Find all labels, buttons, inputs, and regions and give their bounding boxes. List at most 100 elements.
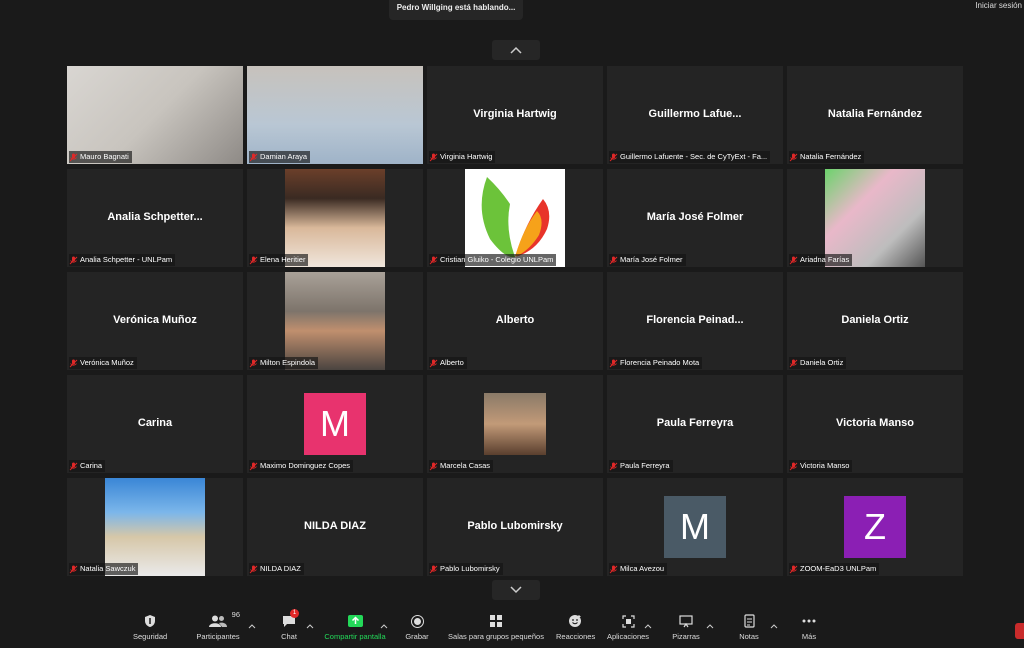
record-icon bbox=[410, 614, 424, 628]
muted-mic-icon bbox=[429, 256, 440, 265]
reactions-button[interactable]: Reacciones bbox=[556, 612, 595, 641]
whiteboards-label: Pizarras bbox=[672, 632, 700, 641]
participant-name: María José Folmer bbox=[620, 255, 683, 264]
muted-mic-icon bbox=[69, 565, 80, 574]
participant-tile[interactable]: Pablo Lubomirsky Pablo Lubomirsky bbox=[427, 478, 603, 576]
participant-tile[interactable]: María José Folmer María José Folmer bbox=[607, 169, 783, 267]
share-caret-icon[interactable] bbox=[380, 622, 388, 630]
muted-mic-icon bbox=[69, 359, 80, 368]
whiteboards-caret-icon[interactable] bbox=[706, 622, 714, 630]
share-screen-button[interactable]: Compartir pantalla bbox=[322, 612, 388, 641]
participant-name: NILDA DIAZ bbox=[260, 564, 301, 573]
notes-button[interactable]: Notas bbox=[736, 612, 762, 641]
participant-tile[interactable]: Paula Ferreyra Paula Ferreyra bbox=[607, 375, 783, 473]
page-down-button[interactable] bbox=[492, 580, 540, 600]
participant-video bbox=[484, 393, 546, 455]
notes-caret-icon[interactable] bbox=[770, 622, 778, 630]
sign-in-link[interactable]: Iniciar sesión bbox=[973, 0, 1024, 11]
participant-tile[interactable]: Carina Carina bbox=[67, 375, 243, 473]
participant-name-label: Elena Heritier bbox=[249, 254, 309, 266]
participant-name: Guillermo Lafuente - Sec. de CyTyExt - F… bbox=[620, 152, 768, 161]
notes-icon bbox=[743, 614, 755, 628]
gallery-grid: Mauro Bagnati Damian Araya Virginia Hartwi… bbox=[67, 66, 963, 576]
muted-mic-icon bbox=[429, 359, 440, 368]
participant-display-name: Paula Ferreyra bbox=[656, 417, 734, 429]
participants-caret-icon[interactable] bbox=[248, 622, 256, 630]
participant-name-label: ZOOM-EaD3 UNLPam bbox=[789, 563, 880, 575]
participant-name: Damian Araya bbox=[260, 152, 308, 161]
participant-name: Florencia Peinado Mota bbox=[620, 358, 700, 367]
participants-label: Participantes bbox=[196, 632, 240, 641]
page-up-button[interactable] bbox=[492, 40, 540, 60]
participant-tile[interactable]: Alberto Alberto bbox=[427, 272, 603, 370]
participant-tile[interactable]: Natalia Fernández Natalia Fernández bbox=[787, 66, 963, 164]
participant-tile[interactable]: Cristian Gluiko - Colegio UNLPam bbox=[427, 169, 603, 267]
participant-display-name: Daniela Ortiz bbox=[841, 314, 909, 326]
muted-mic-icon bbox=[69, 153, 80, 162]
muted-mic-icon bbox=[609, 359, 620, 368]
breakout-rooms-label: Salas para grupos pequeños bbox=[448, 632, 544, 641]
participant-tile[interactable]: Virginia Hartwig Virginia Hartwig bbox=[427, 66, 603, 164]
participant-name-label: Maximo Dominguez Copes bbox=[249, 460, 354, 472]
participants-button[interactable]: 96 Participantes bbox=[194, 610, 242, 641]
record-button[interactable]: Grabar bbox=[404, 612, 430, 641]
breakout-rooms-button[interactable]: Salas para grupos pequeños bbox=[448, 612, 544, 641]
muted-mic-icon bbox=[249, 256, 260, 265]
muted-mic-icon bbox=[429, 462, 440, 471]
participant-tile[interactable]: Victoria Manso Victoria Manso bbox=[787, 375, 963, 473]
participant-tile[interactable]: Ariadna Farías bbox=[787, 169, 963, 267]
participant-name-label: Mauro Bagnati bbox=[69, 151, 132, 163]
participant-name-label: Florencia Peinado Mota bbox=[609, 357, 703, 369]
participant-name: Victoria Manso bbox=[800, 461, 850, 470]
leave-button[interactable] bbox=[1015, 623, 1024, 639]
participant-name: Elena Heritier bbox=[260, 255, 306, 264]
participant-tile[interactable]: Elena Heritier bbox=[247, 169, 423, 267]
participant-video bbox=[825, 169, 925, 267]
participant-name-label: Carina bbox=[69, 460, 106, 472]
participant-name: Virginia Hartwig bbox=[440, 152, 493, 161]
participant-tile[interactable]: NILDA DIAZ NILDA DIAZ bbox=[247, 478, 423, 576]
participant-video bbox=[285, 272, 385, 370]
share-screen-icon bbox=[347, 615, 363, 627]
muted-mic-icon bbox=[249, 565, 260, 574]
participant-name-label: Marcela Casas bbox=[429, 460, 494, 472]
participant-name: ZOOM-EaD3 UNLPam bbox=[800, 564, 877, 573]
security-label: Seguridad bbox=[133, 632, 168, 641]
participant-tile[interactable]: Marcela Casas bbox=[427, 375, 603, 473]
participant-name-label: Cristian Gluiko - Colegio UNLPam bbox=[429, 254, 557, 266]
participant-tile[interactable]: Daniela Ortiz Daniela Ortiz bbox=[787, 272, 963, 370]
participant-logo bbox=[465, 169, 565, 267]
participant-tile[interactable]: Mauro Bagnati bbox=[67, 66, 243, 164]
participant-display-name: Victoria Manso bbox=[835, 417, 915, 429]
participant-video bbox=[285, 169, 385, 267]
active-speaker-banner: Pedro Willging está hablando... bbox=[389, 0, 523, 20]
chat-label: Chat bbox=[281, 632, 297, 641]
record-label: Grabar bbox=[405, 632, 429, 641]
muted-mic-icon bbox=[789, 462, 800, 471]
participant-tile[interactable]: Damian Araya bbox=[247, 66, 423, 164]
participant-tile[interactable]: M Milca Avezou bbox=[607, 478, 783, 576]
chat-caret-icon[interactable] bbox=[306, 622, 314, 630]
participant-name-label: Alberto bbox=[429, 357, 467, 369]
reactions-icon bbox=[569, 615, 581, 627]
apps-caret-icon[interactable] bbox=[644, 622, 652, 630]
muted-mic-icon bbox=[609, 153, 620, 162]
participant-tile[interactable]: Natalia Sawczuk bbox=[67, 478, 243, 576]
participant-tile[interactable]: Verónica Muñoz Verónica Muñoz bbox=[67, 272, 243, 370]
participant-video bbox=[247, 66, 423, 164]
chat-button[interactable]: 1 Chat bbox=[278, 609, 300, 641]
whiteboards-button[interactable]: Pizarras bbox=[672, 612, 700, 641]
participant-tile[interactable]: Milton Espindola bbox=[247, 272, 423, 370]
participant-tile[interactable]: Z ZOOM-EaD3 UNLPam bbox=[787, 478, 963, 576]
participant-tile[interactable]: Analia Schpetter... Analia Schpetter - UN… bbox=[67, 169, 243, 267]
more-button[interactable]: Más bbox=[798, 612, 820, 641]
participant-name: Milca Avezou bbox=[620, 564, 665, 573]
more-label: Más bbox=[801, 632, 817, 641]
leaf-logo-icon bbox=[481, 177, 550, 258]
participant-tile[interactable]: Florencia Peinad... Florencia Peinado Mot… bbox=[607, 272, 783, 370]
participant-tile[interactable]: Guillermo Lafue... Guillermo Lafuente - S… bbox=[607, 66, 783, 164]
participant-display-name: Alberto bbox=[495, 314, 535, 326]
participant-tile[interactable]: M Maximo Dominguez Copes bbox=[247, 375, 423, 473]
security-button[interactable]: Seguridad bbox=[133, 612, 167, 641]
participant-avatar: M bbox=[304, 393, 366, 455]
